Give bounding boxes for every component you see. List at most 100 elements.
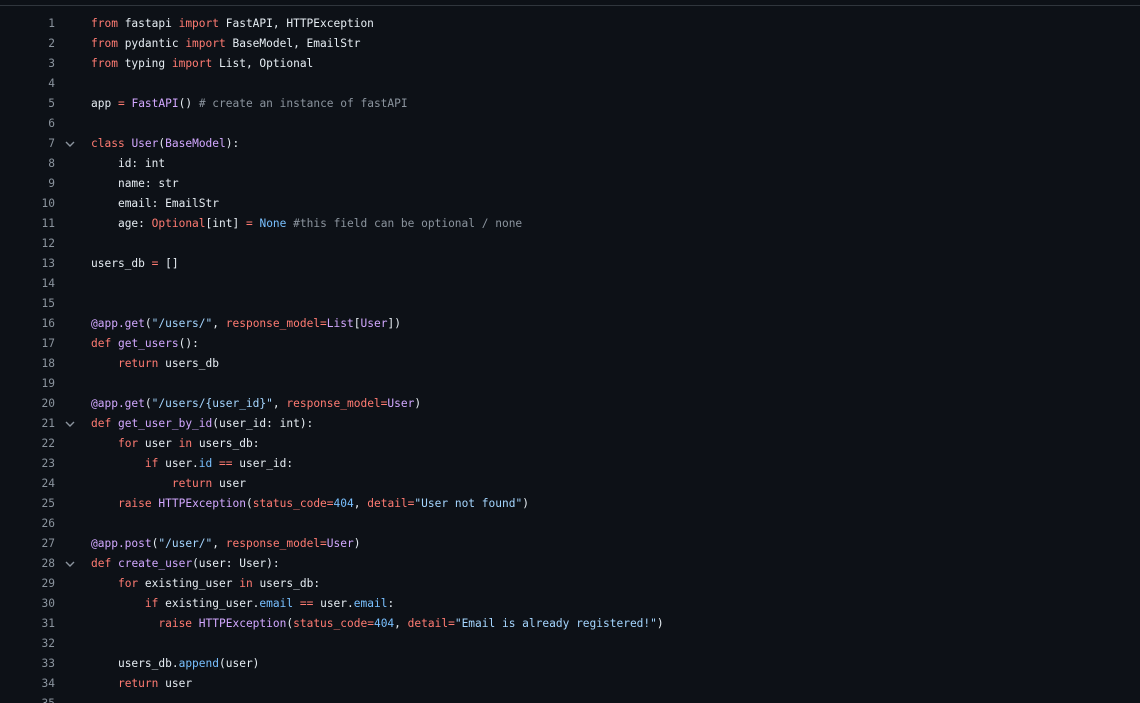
line-number[interactable]: 28 (0, 554, 55, 574)
code-line[interactable]: 7 class User(BaseModel): (0, 134, 1140, 154)
line-number[interactable]: 5 (0, 94, 55, 114)
code-token: , (212, 537, 226, 550)
line-number[interactable]: 17 (0, 334, 55, 354)
code-token: users_db (158, 357, 219, 370)
code-token: BaseModel (165, 137, 226, 150)
line-number[interactable]: 16 (0, 314, 55, 334)
code-line[interactable]: 3 from typing import List, Optional (0, 54, 1140, 74)
line-number[interactable]: 11 (0, 214, 55, 234)
line-number[interactable]: 23 (0, 454, 55, 474)
line-number[interactable]: 29 (0, 574, 55, 594)
code-line[interactable]: 17 def get_users(): (0, 334, 1140, 354)
line-number[interactable]: 31 (0, 614, 55, 634)
code-token: ): (225, 137, 240, 150)
line-number[interactable]: 34 (0, 674, 55, 694)
code-line[interactable]: 32 (0, 634, 1140, 654)
code-line[interactable]: 15 (0, 294, 1140, 314)
line-number[interactable]: 3 (0, 54, 55, 74)
line-number[interactable]: 18 (0, 354, 55, 374)
code-token: if (144, 457, 159, 470)
line-number[interactable]: 25 (0, 494, 55, 514)
chevron-down-icon[interactable] (64, 559, 76, 569)
code-line[interactable]: 33 users_db.append(user) (0, 654, 1140, 674)
line-number[interactable]: 30 (0, 594, 55, 614)
chevron-down-icon[interactable] (64, 139, 76, 149)
code-line[interactable]: 24 return user (0, 474, 1140, 494)
line-number[interactable]: 7 (0, 134, 55, 154)
code-token: [] (158, 257, 179, 270)
code-line[interactable]: 34 return user (0, 674, 1140, 694)
code-line[interactable]: 27 @app.post("/user/", response_model=Use… (0, 534, 1140, 554)
code-token: None (259, 217, 287, 230)
code-line[interactable]: 29 for existing_user in users_db: (0, 574, 1140, 594)
line-number[interactable]: 13 (0, 254, 55, 274)
code-token: User (326, 537, 354, 550)
code-token: 404 (333, 497, 354, 510)
code-token: [int] (205, 217, 246, 230)
line-number[interactable]: 9 (0, 174, 55, 194)
line-number[interactable]: 10 (0, 194, 55, 214)
code-line[interactable]: 25 raise HTTPException(status_code=404, … (0, 494, 1140, 514)
code-token: @app.get (91, 317, 145, 330)
line-number[interactable]: 26 (0, 514, 55, 534)
code-token: List, Optional (212, 57, 314, 70)
code-line[interactable]: 31 raise HTTPException(status_code=404, … (0, 614, 1140, 634)
code-block[interactable]: 1 from fastapi import FastAPI, HTTPExcept… (0, 14, 1140, 703)
code-line[interactable]: 4 (0, 74, 1140, 94)
line-number[interactable]: 15 (0, 294, 55, 314)
code-line[interactable]: 35 (0, 694, 1140, 703)
code-token: ) (522, 497, 529, 510)
code-line[interactable]: 11 age: Optional[int] = None #this field… (0, 214, 1140, 234)
line-number[interactable]: 14 (0, 274, 55, 294)
code-token: status_code (293, 617, 368, 630)
code-line[interactable]: 12 (0, 234, 1140, 254)
line-number[interactable]: 32 (0, 634, 55, 654)
code-line[interactable]: 22 for user in users_db: (0, 434, 1140, 454)
code-line[interactable]: 21 def get_user_by_id(user_id: int): (0, 414, 1140, 434)
line-number[interactable]: 8 (0, 154, 55, 174)
line-number[interactable]: 33 (0, 654, 55, 674)
line-number[interactable]: 19 (0, 374, 55, 394)
line-number[interactable]: 4 (0, 74, 55, 94)
code-line[interactable]: 13 users_db = [] (0, 254, 1140, 274)
code-token: ( (144, 397, 152, 410)
code-viewer: 1 from fastapi import FastAPI, HTTPExcept… (0, 0, 1140, 703)
code-token: : (387, 597, 395, 610)
code-line[interactable]: 18 return users_db (0, 354, 1140, 374)
code-line[interactable]: 28 def create_user(user: User): (0, 554, 1140, 574)
code-line[interactable]: 14 (0, 274, 1140, 294)
line-number[interactable]: 24 (0, 474, 55, 494)
line-number[interactable]: 20 (0, 394, 55, 414)
code-line[interactable]: 2 from pydantic import BaseModel, EmailSt… (0, 34, 1140, 54)
line-number[interactable]: 6 (0, 114, 55, 134)
code-line[interactable]: 23 if user.id == user_id: (0, 454, 1140, 474)
line-content: def get_user_by_id(user_id: int): (91, 414, 313, 434)
code-token: users_db (91, 257, 152, 270)
code-line[interactable]: 5 app = FastAPI() # create an instance of… (0, 94, 1140, 114)
code-line[interactable]: 8 id: int (0, 154, 1140, 174)
line-content: @app.post("/user/", response_model=User) (91, 534, 361, 554)
line-number[interactable]: 21 (0, 414, 55, 434)
code-line[interactable]: 26 (0, 514, 1140, 534)
code-token: for (117, 577, 139, 590)
code-token: detail (367, 497, 408, 510)
code-token: import (178, 17, 219, 30)
code-line[interactable]: 20 @app.get("/users/{user_id}", response_… (0, 394, 1140, 414)
line-number[interactable]: 12 (0, 234, 55, 254)
code-line[interactable]: 16 @app.get("/users/", response_model=Lis… (0, 314, 1140, 334)
code-line[interactable]: 10 email: EmailStr (0, 194, 1140, 214)
line-number[interactable]: 2 (0, 34, 55, 54)
code-line[interactable]: 6 (0, 114, 1140, 134)
code-token: users_db: (252, 577, 321, 590)
chevron-down-icon[interactable] (64, 419, 76, 429)
code-line[interactable]: 30 if existing_user.email == user.email: (0, 594, 1140, 614)
line-number[interactable]: 1 (0, 14, 55, 34)
code-line[interactable]: 1 from fastapi import FastAPI, HTTPExcept… (0, 14, 1140, 34)
code-line[interactable]: 9 name: str (0, 174, 1140, 194)
line-number[interactable]: 27 (0, 534, 55, 554)
code-line[interactable]: 19 (0, 374, 1140, 394)
line-number[interactable]: 22 (0, 434, 55, 454)
line-number[interactable]: 35 (0, 694, 55, 703)
code-token: () (178, 97, 199, 110)
